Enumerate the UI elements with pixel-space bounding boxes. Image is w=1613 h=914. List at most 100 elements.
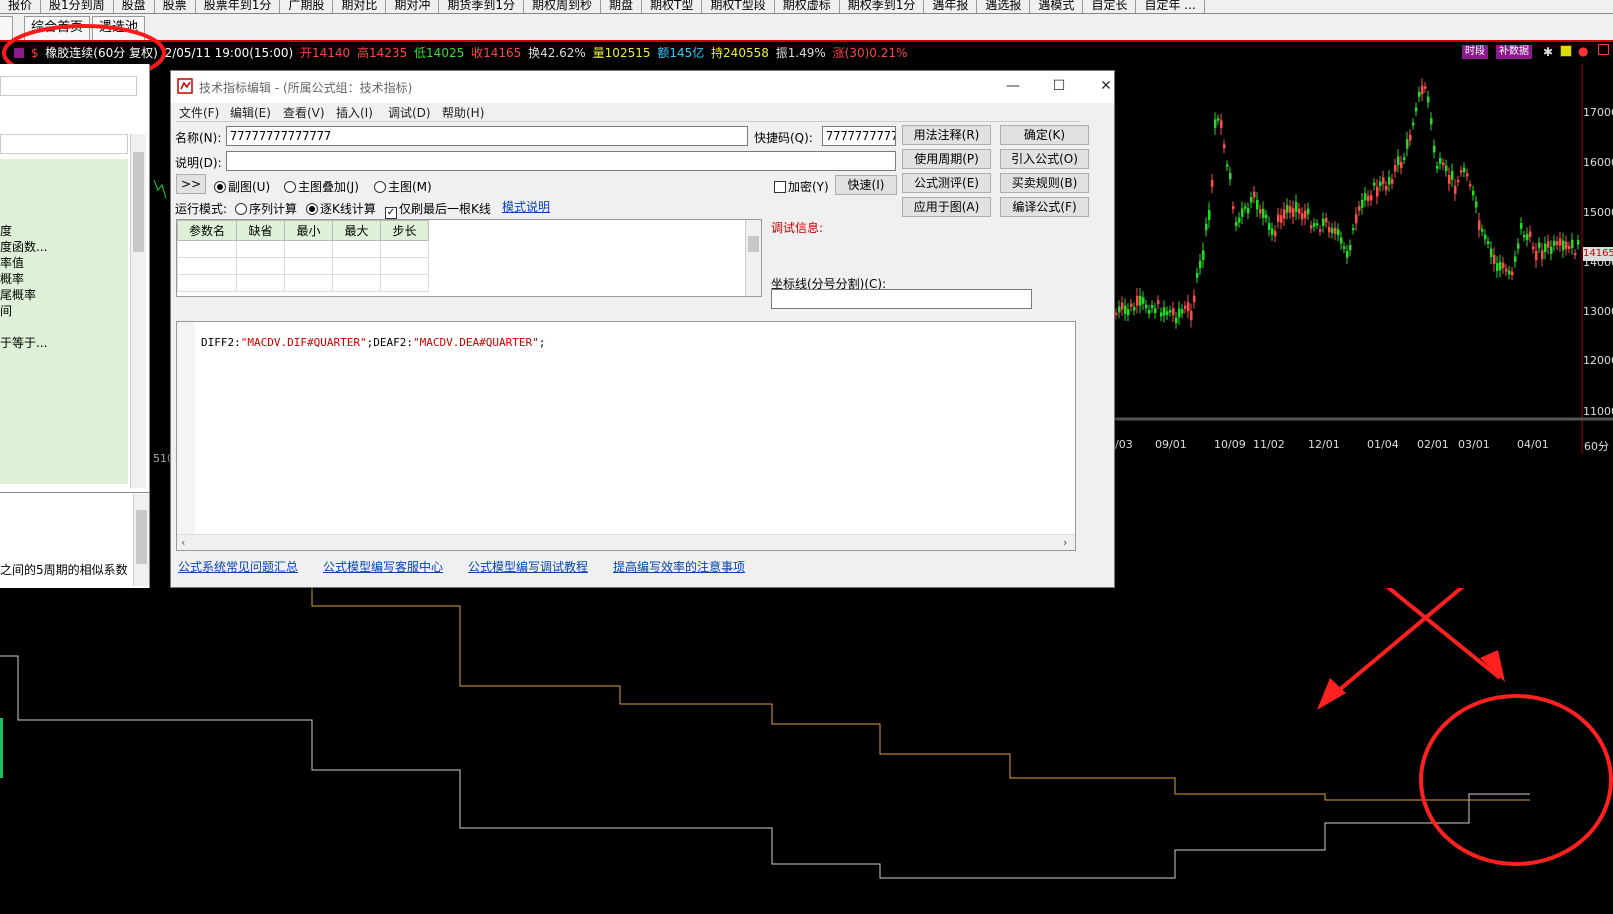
toolbar-item[interactable]: 自定长 — [1083, 0, 1137, 13]
trade-rules-button[interactable]: 买卖规则(B) — [1000, 173, 1089, 193]
kline-body — [1301, 213, 1304, 220]
kline-body — [1256, 199, 1259, 210]
editor-hscrollbar[interactable]: ‹ › — [177, 534, 1075, 550]
fill-data-badge[interactable]: 补数据 — [1496, 45, 1532, 59]
toolbar-item[interactable]: 遇年报 — [924, 0, 978, 13]
toolbar-item[interactable]: 期盘 — [601, 0, 643, 13]
function-item[interactable]: 度函数... — [0, 238, 47, 255]
menu-insert[interactable]: 插入(I) — [336, 104, 373, 121]
help-link-efficiency[interactable]: 提高编写效率的注意事项 — [613, 558, 745, 575]
menu-view[interactable]: 查看(V) — [283, 104, 325, 121]
menu-help[interactable]: 帮助(H) — [442, 104, 484, 121]
quote-amount: 额145亿 — [657, 46, 705, 60]
function-item[interactable]: 率值 — [0, 254, 24, 271]
checkmark-icon: ✓ — [385, 207, 397, 219]
usage-notes-button[interactable]: 用法注释(R) — [902, 125, 991, 145]
function-item[interactable]: 度 — [0, 222, 12, 239]
kline-body — [1424, 86, 1427, 89]
toolbar-item[interactable]: 期权T型 — [642, 0, 703, 13]
diamond-icon[interactable] — [1560, 45, 1572, 57]
kline-body — [1304, 210, 1307, 219]
toolbar-item[interactable]: 期对冲 — [386, 0, 440, 13]
function-item[interactable]: 概率 — [0, 270, 24, 287]
function-item[interactable]: 于等于... — [0, 334, 47, 351]
toolbar-item[interactable]: 期权T型段 — [702, 0, 775, 13]
menu-edit[interactable]: 编辑(E) — [230, 104, 271, 121]
kline-body — [1562, 240, 1565, 251]
mode-help-link[interactable]: 模式说明 — [502, 198, 550, 215]
encrypt-checkbox[interactable]: 加密(Y) — [774, 178, 829, 195]
kline-body — [1262, 208, 1265, 218]
formula-code[interactable]: DIFF2:"MACDV.DIF#QUARTER";DEAF2:"MACDV.D… — [201, 336, 545, 349]
toolbar-item[interactable]: 遇选报 — [977, 0, 1031, 13]
ok-button[interactable]: 确定(K) — [1000, 125, 1089, 145]
refresh-last-checkbox[interactable]: ✓ 仅刷最后一根K线 — [385, 200, 491, 219]
help-link-tutorial[interactable]: 公式模型编写调试教程 — [468, 558, 588, 575]
circle-icon[interactable]: ● — [1578, 44, 1588, 58]
indicator-chart[interactable] — [0, 588, 1613, 914]
scroll-left-icon[interactable]: ‹ — [181, 536, 185, 549]
toolbar-item[interactable]: 广期股 — [280, 0, 334, 13]
dialog-title-bar[interactable]: 技术指标编辑 - (所属公式组：技术指标) — ☐ ✕ — [171, 71, 1114, 103]
square-icon[interactable] — [1598, 44, 1609, 55]
fast-button[interactable]: 快速(I) — [835, 175, 897, 195]
radio-mainchart[interactable]: 主图(M) — [374, 178, 432, 195]
toolbar-item[interactable]: 期货季到1分 — [439, 0, 525, 13]
toolbar-item[interactable]: 期权虚标 — [775, 0, 840, 13]
formula-test-button[interactable]: 公式测评(E) — [902, 173, 991, 193]
toolbar-item[interactable]: 期对比 — [333, 0, 387, 13]
radio-off-icon — [374, 181, 386, 193]
toolbar-item[interactable]: 期权季到1分 — [840, 0, 925, 13]
apply-to-chart-button[interactable]: 应用于图(A) — [902, 197, 991, 217]
toolbar-item[interactable]: 遇模式 — [1030, 0, 1084, 13]
help-link-service[interactable]: 公式模型编写客服中心 — [323, 558, 443, 575]
desc-input[interactable] — [226, 151, 896, 171]
radio-per-kline[interactable]: 逐K线计算 — [306, 200, 376, 217]
function-list-scrollbar[interactable] — [130, 134, 146, 488]
close-icon[interactable]: ✕ — [1091, 75, 1121, 97]
shortcut-label: 快捷码(Q): — [754, 131, 813, 145]
function-item[interactable]: 尾概率 — [0, 286, 36, 303]
toolbar-item[interactable]: 股盘 — [114, 0, 155, 13]
minimize-icon[interactable]: — — [998, 75, 1028, 97]
scroll-right-icon[interactable]: › — [1063, 536, 1067, 549]
toolbar-item[interactable]: 报价 — [0, 0, 42, 13]
import-formula-button[interactable]: 引入公式(O) — [1000, 149, 1089, 169]
toolbar-item[interactable]: 股票年到1分 — [196, 0, 281, 13]
radio-sequence[interactable]: 序列计算 — [235, 200, 297, 217]
description-scrollbar[interactable] — [133, 494, 149, 586]
scroll-thumb[interactable] — [133, 152, 144, 252]
price-kline-chart[interactable] — [1115, 64, 1613, 454]
kline-body — [1445, 165, 1448, 171]
expand-button[interactable]: >> — [176, 174, 206, 194]
name-input[interactable]: 77777777777777 — [226, 126, 748, 146]
period-badge[interactable]: 时段 — [1462, 45, 1488, 59]
menu-debug[interactable]: 调试(D) — [388, 104, 431, 121]
kline-body — [1196, 272, 1199, 278]
toolbar-item[interactable]: 股票 — [155, 0, 196, 13]
toolbar-item[interactable]: 期权周到秒 — [524, 0, 602, 13]
menu-file[interactable]: 文件(F) — [179, 104, 219, 121]
kline-body — [1139, 295, 1142, 306]
compile-formula-button[interactable]: 编译公式(F) — [1000, 197, 1089, 217]
function-item[interactable]: 间 — [0, 302, 12, 319]
code-editor[interactable]: DIFF2:"MACDV.DIF#QUARTER";DEAF2:"MACDV.D… — [176, 321, 1076, 551]
gear-icon[interactable]: ✱ — [1543, 45, 1553, 59]
radio-subchart[interactable]: 副图(U) — [214, 178, 270, 195]
date-label: 02/01 — [1417, 438, 1449, 451]
kline-body — [1127, 309, 1130, 316]
param-table-scrollbar[interactable] — [745, 220, 761, 296]
shortcut-input[interactable]: 77777777777777 — [822, 126, 896, 146]
help-link-faq[interactable]: 公式系统常见问题汇总 — [178, 558, 298, 575]
period-button[interactable]: 使用周期(P) — [902, 149, 991, 169]
kline-body — [1289, 206, 1292, 213]
parameter-table[interactable]: 参数名 缺省 最小 最大 步长 — [176, 219, 762, 297]
kline-body — [1319, 229, 1322, 232]
maximize-icon[interactable]: ☐ — [1044, 75, 1074, 97]
panel-search-box[interactable] — [0, 76, 137, 96]
radio-overlay[interactable]: 主图叠加(J) — [284, 178, 359, 195]
coord-line-input[interactable] — [771, 289, 1032, 309]
quote-bar: $ 橡胶连续(60分 复权) 2/05/11 19:00(15:00) 开141… — [0, 42, 1613, 64]
toolbar-item[interactable]: 自定年 ... — [1136, 0, 1205, 13]
toolbar-item[interactable]: 股1分到周 — [41, 0, 114, 13]
